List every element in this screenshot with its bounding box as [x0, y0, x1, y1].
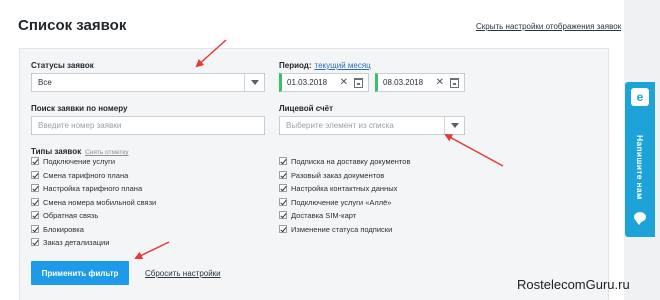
account-placeholder: Выберите элемент из списка	[286, 121, 394, 130]
page-card: Список заявок Скрыть настройки отображен…	[0, 0, 624, 300]
status-select-value: Все	[38, 78, 52, 87]
hide-settings-link[interactable]: Скрыть настройки отображения заявок	[476, 22, 621, 31]
date-from-field[interactable]: 01.03.2018 ✕	[279, 73, 369, 92]
checkbox-label: Подписка на доставку документов	[291, 156, 411, 166]
clear-icon[interactable]: ✕	[340, 78, 348, 88]
watermark: RostelecomGuru.ru	[517, 277, 630, 292]
chevron-down-icon[interactable]	[444, 117, 464, 134]
checkbox-label: Подключение услуги «Аллё»	[291, 197, 392, 207]
checkbox[interactable]	[279, 198, 287, 206]
clear-icon[interactable]: ✕	[436, 78, 444, 88]
type-checkbox[interactable]: Подписка на доставку документов	[279, 156, 410, 166]
checkbox-label: Доставка SIM-карт	[291, 210, 357, 220]
checkbox-label: Изменение статуса подписки	[291, 224, 393, 234]
date-to-value: 08.03.2018	[383, 78, 424, 87]
checkbox[interactable]	[31, 225, 39, 233]
status-label: Статусы заявок	[31, 61, 94, 70]
checkbox[interactable]	[31, 238, 39, 246]
checkbox[interactable]	[31, 184, 39, 192]
clear-marks-link[interactable]: Снять отметку	[85, 149, 128, 156]
search-input[interactable]: Введите номер заявки	[31, 116, 265, 135]
checkbox[interactable]	[31, 171, 39, 179]
checkbox[interactable]	[279, 225, 287, 233]
type-checkbox[interactable]: Блокировка	[31, 224, 84, 234]
type-checkbox[interactable]: Смена номера мобильной связи	[31, 197, 156, 207]
checkbox[interactable]	[279, 171, 287, 179]
type-checkbox[interactable]: Смена тарифного плана	[31, 170, 128, 180]
type-checkbox[interactable]: Настройка тарифного плана	[31, 183, 142, 193]
reset-settings-link[interactable]: Сбросить настройки	[145, 269, 221, 278]
search-placeholder: Введите номер заявки	[38, 121, 122, 130]
type-checkbox[interactable]: Подключение услуги	[31, 156, 115, 166]
account-select[interactable]: Выберите элемент из списка	[279, 116, 465, 135]
type-checkbox[interactable]: Изменение статуса подписки	[279, 224, 392, 234]
checkbox-label: Обратная связь	[43, 210, 99, 220]
chevron-down-icon[interactable]	[244, 74, 264, 91]
account-label: Лицевой счёт	[279, 104, 333, 113]
checkbox-label: Смена номера мобильной связи	[43, 197, 157, 207]
checkbox-label: Настройка тарифного плана	[43, 183, 143, 193]
request-types-label: Типы заявок Снять отметку	[31, 147, 129, 156]
checkbox[interactable]	[279, 184, 287, 192]
chat-icon[interactable]	[634, 212, 646, 225]
checkbox[interactable]	[279, 157, 287, 165]
checkbox[interactable]	[31, 198, 39, 206]
request-types-title: Типы заявок	[31, 147, 82, 156]
checkbox-label: Смена тарифного плана	[43, 170, 129, 180]
calendar-icon[interactable]	[450, 78, 459, 88]
checkbox[interactable]	[279, 211, 287, 219]
type-checkbox[interactable]: Разовый заказ документов	[279, 170, 384, 180]
type-checkbox[interactable]: Доставка SIM-карт	[279, 210, 356, 220]
page-title: Список заявок	[18, 17, 127, 34]
calendar-icon[interactable]	[354, 78, 363, 88]
checkbox-label: Настройка контактных данных	[291, 183, 398, 193]
type-checkbox[interactable]: Подключение услуги «Аллё»	[279, 197, 391, 207]
current-month-link[interactable]: текущий месяц	[315, 61, 371, 70]
checkbox-label: Заказ детализации	[43, 237, 110, 247]
checkbox[interactable]	[31, 211, 39, 219]
date-to-field[interactable]: 08.03.2018 ✕	[375, 73, 465, 92]
feedback-side-tab[interactable]: e Напишите нам	[625, 82, 655, 237]
checkbox[interactable]	[31, 157, 39, 165]
apply-filter-button[interactable]: Применить фильтр	[31, 261, 129, 285]
search-label: Поиск заявки по номеру	[31, 104, 128, 113]
status-select[interactable]: Все	[31, 73, 265, 92]
rostelecom-logo-icon: e	[631, 88, 649, 106]
checkbox-label: Разовый заказ документов	[291, 170, 385, 180]
period-label-text: Период:	[279, 61, 312, 70]
type-checkbox[interactable]: Заказ детализации	[31, 237, 109, 247]
period-label: Период: текущий месяц	[279, 61, 371, 70]
type-checkbox[interactable]: Обратная связь	[31, 210, 98, 220]
type-checkbox[interactable]: Настройка контактных данных	[279, 183, 397, 193]
write-us-label[interactable]: Напишите нам	[628, 127, 652, 207]
date-from-value: 01.03.2018	[287, 78, 328, 87]
checkbox-label: Подключение услуги	[43, 156, 116, 166]
checkbox-label: Блокировка	[43, 224, 84, 234]
